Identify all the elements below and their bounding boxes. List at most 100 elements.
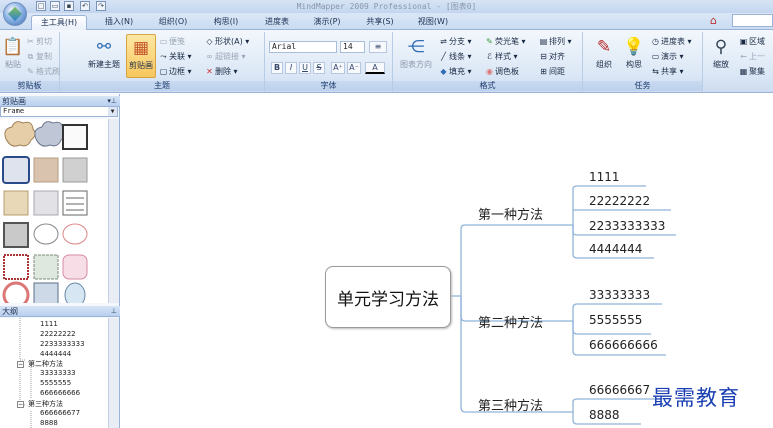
region-button[interactable]: ▣ 区域 [739, 36, 765, 48]
frame-thumb-rough-gray[interactable] [62, 157, 88, 183]
frame-thumb-pink-oval[interactable] [62, 223, 88, 245]
new-topic-button[interactable]: ⚯ 新建主题 [84, 34, 124, 70]
application-menu-button[interactable] [3, 2, 27, 26]
italic-button[interactable]: I [285, 62, 297, 74]
open-folder-icon[interactable]: ▭ [50, 1, 60, 11]
relation-button[interactable]: ⤳ 关联 ▾ [159, 51, 191, 63]
outline-item[interactable]: 5555555 [40, 379, 71, 387]
tab-present[interactable]: 演示(P) [304, 15, 350, 30]
bold-button[interactable]: B [271, 62, 283, 74]
central-topic[interactable]: 单元学习方法 [325, 266, 451, 328]
cut-button[interactable]: ✂ 剪切 [26, 36, 52, 48]
redo-icon[interactable]: ↷ [96, 1, 106, 11]
outline-item[interactable]: 22222222 [40, 330, 76, 338]
tab-insert[interactable]: 插入(N) [96, 15, 142, 30]
pin-icon[interactable]: ⊥ [111, 306, 117, 317]
save-icon[interactable]: ▪ [64, 1, 74, 11]
paste-button[interactable]: 📋 粘贴 [2, 34, 24, 70]
ideas-button[interactable]: 💡 构思 [621, 34, 647, 70]
frame-thumb-cloud-beige[interactable] [4, 121, 36, 147]
frame-thumb-gradient[interactable] [3, 222, 29, 248]
font-size-select[interactable]: 14 [340, 41, 365, 53]
outline-scrollbar[interactable] [108, 318, 119, 428]
new-file-icon[interactable]: □ [36, 1, 46, 11]
outline-item[interactable]: 1111 [40, 320, 58, 328]
outline-item[interactable]: 4444444 [40, 350, 71, 358]
subtopic[interactable]: 8888 [589, 408, 620, 422]
outline-item[interactable]: 33333333 [40, 369, 76, 377]
font-family-select[interactable]: Arial [269, 41, 337, 53]
shrink-font-button[interactable]: A⁻ [347, 62, 361, 74]
outline-item[interactable]: 666666677 [40, 409, 80, 417]
frame-thumb-rough-tan[interactable] [33, 157, 59, 183]
collapse-toggle-icon[interactable]: − [17, 361, 24, 368]
frame-thumb-stamp[interactable] [33, 254, 59, 280]
tab-ideas[interactable]: 构思(I) [203, 15, 249, 30]
frame-thumb-dotted[interactable] [3, 254, 29, 280]
outline-item[interactable]: 第三种方法 [28, 399, 63, 409]
frame-thumb-cloud-blue[interactable] [34, 121, 66, 147]
share-button[interactable]: ⇆ 共享 ▾ [651, 66, 683, 78]
diagram-direction-button[interactable]: ⋲ 图表方向 [396, 34, 436, 70]
branch-topic[interactable]: 第三种方法 [478, 395, 543, 414]
outline-item[interactable]: 第二种方法 [28, 359, 63, 369]
present-button[interactable]: ▭ 演示 ▾ [651, 51, 684, 63]
schedule-button[interactable]: ◷ 进度表 ▾ [651, 36, 692, 48]
highlighter-button[interactable]: ✎ 荧光笔 ▾ [485, 36, 525, 48]
home-icon[interactable]: ⌂ [710, 14, 724, 27]
strikethrough-button[interactable]: S [313, 62, 325, 74]
align-button[interactable]: ⊟ 对齐 [539, 51, 565, 63]
tab-view[interactable]: 视图(W) [410, 15, 456, 30]
tab-home[interactable]: 主工具(H) [31, 15, 87, 30]
frame-thumb-light-gray[interactable] [33, 190, 59, 216]
organize-button[interactable]: ✎ 组织 [591, 34, 617, 70]
subtopic[interactable]: 666666666 [589, 338, 658, 352]
frame-thumb-speech-oval[interactable] [33, 223, 59, 245]
copy-button[interactable]: ⧉ 复制 [26, 51, 52, 63]
frame-thumb-ring[interactable] [2, 281, 30, 309]
zoom-button[interactable]: ⚲ 缩放 [707, 34, 735, 70]
chevron-down-icon[interactable]: ▼ [108, 107, 117, 116]
mindmap-canvas[interactable]: 单元学习方法 第一种方法 第二种方法 第三种方法 1111 22222222 2… [121, 94, 773, 428]
undo-icon[interactable]: ↶ [80, 1, 90, 11]
hyperlink-button[interactable]: ∞ 超链接 ▾ [205, 51, 245, 63]
subtopic[interactable]: 66666667 [589, 383, 650, 397]
search-input[interactable] [732, 14, 773, 27]
collapse-toggle-icon[interactable]: − [17, 401, 24, 408]
frame-thumb-dark-border[interactable] [62, 124, 88, 150]
aggregate-button[interactable]: ▦ 聚集 [739, 66, 765, 78]
subtopic[interactable]: 1111 [589, 170, 620, 184]
text-align-button[interactable]: ≡ [369, 41, 387, 53]
line-button[interactable]: ╱ 线条 ▾ [439, 51, 471, 63]
frame-thumb-parchment[interactable] [3, 190, 29, 216]
delete-button[interactable]: ✕ 删除 ▾ [205, 66, 237, 78]
outline-item[interactable]: 2233333333 [40, 340, 85, 348]
clipart-button[interactable]: ▦ 剪贴画 [126, 34, 156, 78]
branch-topic[interactable]: 第二种方法 [478, 312, 543, 331]
outline-item[interactable]: 8888 [40, 419, 58, 427]
branch-topic[interactable]: 第一种方法 [478, 204, 543, 223]
style-button[interactable]: ℰ 样式 ▾ [485, 51, 517, 63]
subtopic[interactable]: 33333333 [589, 288, 650, 302]
tab-organize[interactable]: 组织(O) [150, 15, 196, 30]
frame-thumb-egg[interactable] [64, 282, 86, 308]
tab-schedule[interactable]: 进度表 [254, 15, 300, 30]
clipart-category-select[interactable]: Frame ▼ [0, 106, 118, 117]
previous-button[interactable]: ← 上一 [739, 51, 765, 63]
format-painter-button[interactable]: ✎ 格式刷 [26, 66, 60, 78]
spacing-button[interactable]: ⊞ 间距 [539, 66, 565, 78]
outline-item[interactable]: 666666666 [40, 389, 80, 397]
grow-font-button[interactable]: A⁺ [331, 62, 345, 74]
frame-thumb-selected[interactable] [2, 156, 30, 184]
palette-button[interactable]: ◉ 调色板 [485, 66, 519, 78]
frame-thumb-lined[interactable] [62, 190, 88, 216]
shape-button[interactable]: ◇ 形状(A) ▾ [205, 36, 249, 48]
border-button[interactable]: ▢ 边框 ▾ [159, 66, 192, 78]
subtopic[interactable]: 4444444 [589, 242, 642, 256]
arrange-button[interactable]: ▤ 排列 ▾ [539, 36, 572, 48]
font-color-button[interactable]: A [365, 62, 385, 74]
subtopic[interactable]: 2233333333 [589, 219, 665, 233]
subtopic[interactable]: 5555555 [589, 313, 642, 327]
fill-button[interactable]: ◆ 填充 ▾ [439, 66, 471, 78]
clipart-scrollbar[interactable] [108, 119, 119, 303]
